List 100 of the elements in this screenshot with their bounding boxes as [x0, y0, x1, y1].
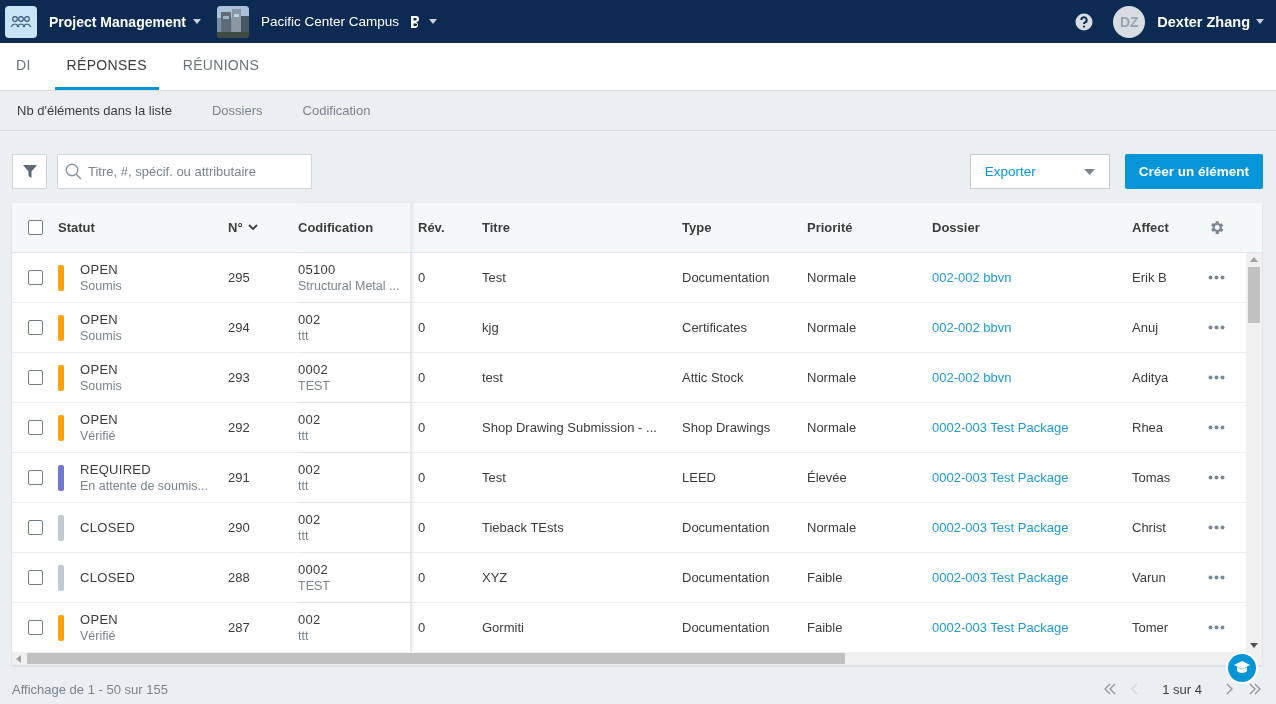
priority-cell: Normale: [807, 420, 857, 435]
package-link[interactable]: 0002-003 Test Package: [932, 420, 1069, 435]
package-link[interactable]: 0002-003 Test Package: [932, 620, 1069, 635]
learning-button[interactable]: [1228, 654, 1256, 682]
row-checkbox[interactable]: [27, 370, 43, 385]
row-checkbox[interactable]: [27, 270, 43, 285]
project-switcher[interactable]: Pacific Center Campus: [260, 14, 437, 29]
scroll-thumb[interactable]: [1248, 267, 1260, 323]
status-label: CLOSED: [80, 570, 136, 585]
vertical-scrollbar[interactable]: [1246, 253, 1262, 652]
title-cell: Test: [482, 470, 506, 485]
team-icon: [10, 13, 32, 30]
package-link[interactable]: 0002-003 Test Package: [932, 470, 1069, 485]
product-logo: [409, 14, 421, 29]
scroll-left-icon[interactable]: [16, 654, 21, 663]
export-dropdown[interactable]: Exporter: [969, 154, 1110, 189]
status-label: OPEN: [80, 412, 119, 427]
code-cell: 002: [298, 462, 321, 477]
assignee-cell: Anuj: [1132, 320, 1159, 335]
type-cell: Documentation: [682, 520, 770, 535]
more-icon[interactable]: [1207, 325, 1225, 330]
horizontal-scrollbar[interactable]: [12, 652, 1262, 665]
package-link[interactable]: 0002-003 Test Package: [932, 570, 1069, 585]
more-icon[interactable]: [1207, 475, 1225, 480]
code-cell: 0002: [298, 362, 330, 377]
code-name: ttt: [298, 329, 310, 343]
number-cell: 288: [228, 570, 250, 585]
scroll-up-icon[interactable]: [1250, 257, 1258, 262]
graduation-cap-icon: [1233, 660, 1251, 676]
type-cell: LEED: [682, 470, 716, 485]
caret-icon[interactable]: [192, 19, 201, 24]
caret-icon[interactable]: [429, 19, 437, 24]
column-header[interactable]: Rév.: [418, 220, 445, 235]
more-icon[interactable]: [1207, 275, 1225, 280]
caret-icon[interactable]: [1256, 19, 1264, 24]
tab[interactable]: DI: [4, 43, 43, 90]
row-checkbox[interactable]: [27, 420, 43, 435]
status-detail: Soumis: [80, 329, 122, 343]
tab[interactable]: RÉUNIONS: [170, 43, 272, 90]
number-cell: 295: [228, 270, 250, 285]
column-header[interactable]: Affect: [1132, 220, 1169, 235]
type-cell: Shop Drawings: [682, 420, 771, 435]
row-checkbox[interactable]: [27, 620, 43, 635]
assignee-cell: Erik B: [1132, 270, 1167, 285]
help-icon[interactable]: [1075, 12, 1094, 31]
app-logo[interactable]: [5, 5, 37, 38]
select-all-checkbox[interactable]: [27, 220, 43, 235]
column-header[interactable]: Titre: [482, 220, 510, 235]
revision-cell: 0: [418, 620, 426, 635]
status-label: OPEN: [80, 312, 120, 327]
package-link[interactable]: 002-002 bbvn: [932, 320, 1012, 335]
title-cell: Tieback TEsts: [482, 520, 564, 535]
more-icon[interactable]: [1207, 525, 1225, 530]
scroll-down-icon[interactable]: [1250, 643, 1258, 648]
status-detail: En attente de soumis...: [80, 479, 208, 493]
column-header[interactable]: Statut: [58, 220, 95, 235]
title-cell: Shop Drawing Submission - ...: [482, 420, 657, 435]
row-checkbox[interactable]: [27, 570, 43, 585]
row-checkbox[interactable]: [27, 520, 43, 535]
status-label: REQUIRED: [80, 462, 153, 477]
create-button[interactable]: Créer un élément: [1124, 154, 1263, 189]
filter-button[interactable]: [12, 154, 47, 189]
sub-tab[interactable]: Nb d'éléments dans la liste: [5, 91, 184, 130]
package-link[interactable]: 002-002 bbvn: [932, 270, 1012, 285]
user-menu[interactable]: Dexter Zhang: [1157, 13, 1264, 30]
code-cell: 002: [298, 512, 321, 527]
results-summary: Affichage de 1 - 50 sur 155: [12, 681, 168, 697]
title-cell: test: [482, 370, 503, 385]
scroll-thumb[interactable]: [27, 653, 845, 664]
row-checkbox[interactable]: [27, 320, 43, 335]
more-icon[interactable]: [1207, 575, 1225, 580]
number-cell: 287: [228, 620, 250, 635]
column-header[interactable]: Codification: [298, 220, 374, 235]
priority-cell: Normale: [807, 320, 857, 335]
status-label: OPEN: [80, 362, 120, 377]
assignee-cell: Christ: [1132, 520, 1166, 535]
assignee-cell: Tomas: [1132, 470, 1171, 485]
more-icon[interactable]: [1207, 375, 1225, 380]
app-switcher[interactable]: Project Management: [49, 13, 201, 30]
chevron-down-icon[interactable]: [247, 224, 258, 231]
sub-tab[interactable]: Codification: [290, 91, 383, 130]
code-name: ttt: [298, 529, 310, 543]
code-name: TEST: [298, 579, 330, 593]
column-header[interactable]: Priorité: [807, 220, 853, 235]
row-checkbox[interactable]: [27, 470, 43, 485]
revision-cell: 0: [418, 470, 426, 485]
sub-tab[interactable]: Dossiers: [199, 91, 275, 130]
status-detail: Soumis: [80, 279, 122, 293]
pager-first-icon[interactable]: [1102, 682, 1117, 696]
search-field[interactable]: Titre, #, spécif. ou attributaire: [57, 154, 312, 189]
pager-last-icon[interactable]: [1248, 682, 1262, 696]
column-header[interactable]: Dossier: [932, 220, 980, 235]
package-link[interactable]: 002-002 bbvn: [932, 370, 1012, 385]
more-icon[interactable]: [1207, 625, 1225, 630]
tab[interactable]: RÉPONSES: [54, 43, 159, 90]
column-header[interactable]: Type: [682, 220, 712, 235]
revision-cell: 0: [418, 320, 426, 335]
column-header[interactable]: N°: [228, 220, 243, 235]
more-icon[interactable]: [1207, 425, 1225, 430]
package-link[interactable]: 0002-003 Test Package: [932, 520, 1069, 535]
